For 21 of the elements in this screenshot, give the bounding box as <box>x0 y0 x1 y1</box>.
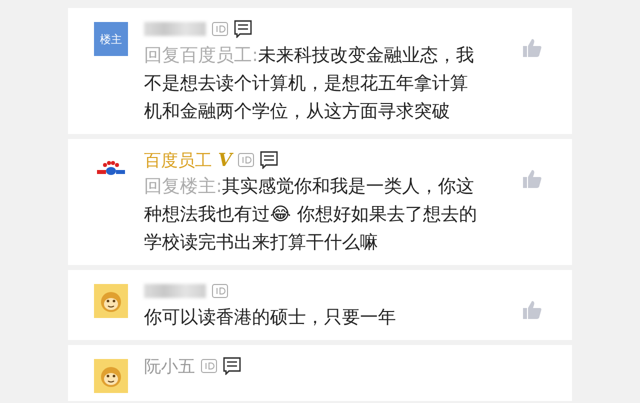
comment-text: 回复百度员工:未来科技改变金融业态，我不是想去读个计算机，是想花五年拿计算机和金融两个学位，从这方面寻求突破 <box>144 44 476 124</box>
thumbs-up-icon[interactable] <box>522 169 542 189</box>
username[interactable]: 阮小五 <box>144 354 195 378</box>
comment-text: 你可以读香港的硕士，只要一年 <box>144 306 397 330</box>
thumbs-up-icon[interactable] <box>522 38 542 58</box>
blurred-username <box>144 22 206 36</box>
id-icon[interactable] <box>201 359 217 373</box>
blurred-username <box>144 284 206 298</box>
verified-mark: V <box>218 150 232 170</box>
avatar[interactable]: 楼主 <box>94 22 128 56</box>
monkey-avatar-icon[interactable] <box>94 359 128 393</box>
username[interactable]: 百度员工 <box>144 148 212 172</box>
id-icon[interactable] <box>212 22 228 36</box>
id-icon[interactable] <box>238 153 254 167</box>
note-icon[interactable] <box>260 151 278 169</box>
id-icon[interactable] <box>212 284 228 298</box>
thumbs-up-icon[interactable] <box>522 300 542 320</box>
note-icon[interactable] <box>234 20 252 38</box>
note-icon[interactable] <box>223 357 241 375</box>
monkey-avatar-icon[interactable] <box>94 284 128 318</box>
comment-text: 回复楼主:其实感觉你和我是一类人，你这种想法我也有过😂 你想好如果去了想去的学校读完书出来打算干什么嘛 <box>144 175 478 255</box>
